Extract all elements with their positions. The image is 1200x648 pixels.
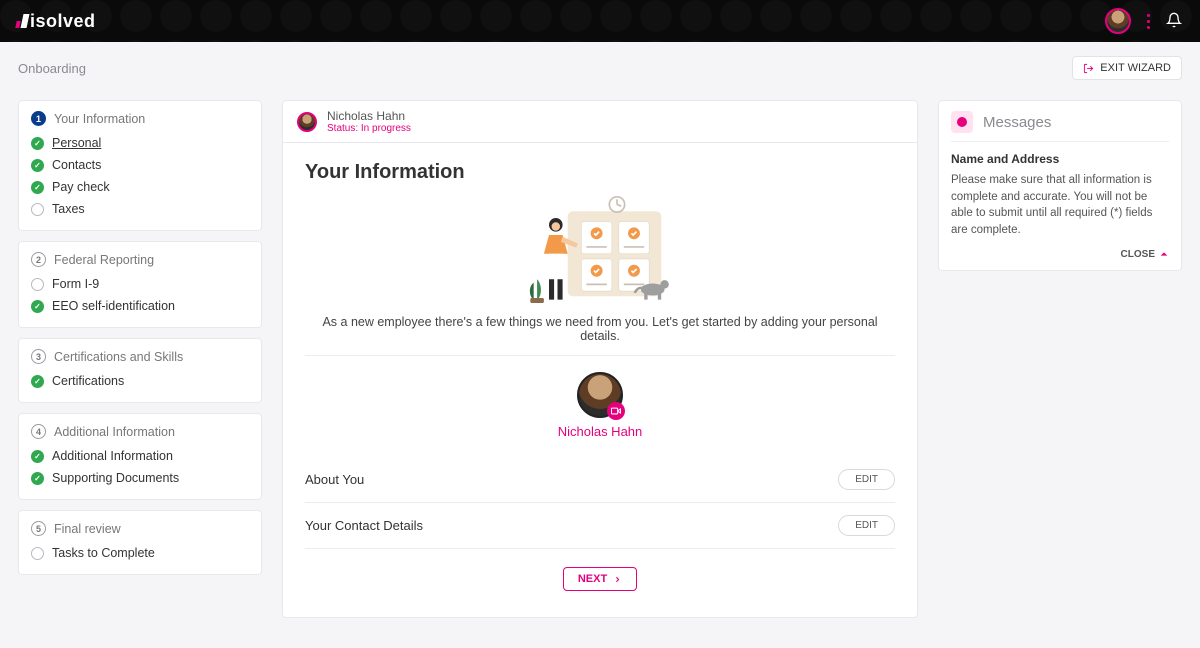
profile-strip-name: Nicholas Hahn — [327, 109, 411, 123]
sidebar-section-federal-reporting: 2 Federal Reporting Form I-9 EEO self-id… — [18, 241, 262, 328]
empty-circle-icon — [31, 278, 44, 291]
sidebar-item-certifications[interactable]: Certifications — [31, 370, 249, 392]
messages-close-label: CLOSE — [1121, 249, 1155, 260]
sidebar-item-label: Tasks to Complete — [52, 546, 155, 560]
mini-avatar — [297, 112, 317, 132]
sidebar-section-additional-info: 4 Additional Information Additional Info… — [18, 413, 262, 500]
empty-circle-icon — [31, 547, 44, 560]
messages-title: Messages — [983, 114, 1051, 131]
topbar: isolved — [0, 0, 1200, 42]
next-label: NEXT — [578, 573, 607, 585]
sidebar-item-label: Pay check — [52, 180, 110, 194]
section-number-badge: 3 — [31, 349, 46, 364]
brand-logo[interactable]: isolved — [18, 11, 96, 32]
messages-close-button[interactable]: CLOSE — [951, 249, 1169, 260]
messages-panel: Messages Name and Address Please make su… — [938, 100, 1182, 271]
section-title: Federal Reporting — [54, 253, 154, 267]
check-icon — [31, 159, 44, 172]
divider — [305, 355, 895, 356]
section-number-badge: 5 — [31, 521, 46, 536]
sidebar-section-your-information: 1 Your Information Personal Contacts Pay… — [18, 100, 262, 231]
hero-illustration — [305, 192, 895, 307]
sidebar-item-label: EEO self-identification — [52, 299, 175, 313]
brand-mark-icon — [18, 14, 28, 28]
topbar-pattern — [0, 0, 1200, 42]
detail-row-contact-details: Your Contact Details EDIT — [305, 503, 895, 549]
check-icon — [31, 450, 44, 463]
sidebar-item-label: Contacts — [52, 158, 101, 172]
check-icon — [31, 137, 44, 150]
detail-row-about-you: About You EDIT — [305, 457, 895, 503]
triangle-up-icon — [1159, 249, 1169, 259]
sidebar-item-form-i9[interactable]: Form I-9 — [31, 273, 249, 295]
messages-icon — [951, 111, 973, 133]
section-title: Your Information — [54, 112, 145, 126]
section-title: Additional Information — [54, 425, 175, 439]
edit-about-you-button[interactable]: EDIT — [838, 469, 895, 490]
camera-icon[interactable] — [607, 402, 625, 420]
sidebar-item-supporting-docs[interactable]: Supporting Documents — [31, 467, 249, 489]
wizard-sidebar: 1 Your Information Personal Contacts Pay… — [18, 100, 262, 575]
sidebar-section-final-review: 5 Final review Tasks to Complete — [18, 510, 262, 575]
exit-icon — [1083, 63, 1094, 74]
profile-strip-status: Status: In progress — [327, 123, 411, 134]
page-title: Your Information — [305, 161, 895, 184]
sidebar-item-eeo[interactable]: EEO self-identification — [31, 295, 249, 317]
profile-name: Nicholas Hahn — [558, 424, 643, 439]
profile-strip: Nicholas Hahn Status: In progress — [282, 100, 918, 142]
sidebar-item-taxes[interactable]: Taxes — [31, 198, 249, 220]
brand-name: isolved — [30, 11, 96, 32]
profile-block: Nicholas Hahn — [305, 372, 895, 439]
sidebar-item-pay-check[interactable]: Pay check — [31, 176, 249, 198]
check-icon — [31, 375, 44, 388]
chevron-right-icon — [613, 575, 622, 584]
exit-wizard-label: EXIT WIZARD — [1100, 62, 1171, 74]
section-title: Final review — [54, 522, 121, 536]
empty-circle-icon — [31, 203, 44, 216]
section-number-badge: 2 — [31, 252, 46, 267]
detail-row-label: About You — [305, 472, 364, 487]
check-icon — [31, 181, 44, 194]
sidebar-item-tasks-to-complete[interactable]: Tasks to Complete — [31, 542, 249, 564]
edit-contact-details-button[interactable]: EDIT — [838, 515, 895, 536]
sidebar-item-label: Additional Information — [52, 449, 173, 463]
sidebar-item-label: Taxes — [52, 202, 85, 216]
kebab-menu-icon[interactable] — [1147, 14, 1150, 29]
main-card: Your Information — [282, 142, 918, 618]
next-button[interactable]: NEXT — [563, 567, 637, 591]
sidebar-item-personal[interactable]: Personal — [31, 132, 249, 154]
profile-avatar[interactable] — [577, 372, 623, 418]
breadcrumb: Onboarding — [18, 61, 86, 76]
bell-icon[interactable] — [1166, 12, 1182, 31]
exit-wizard-button[interactable]: EXIT WIZARD — [1072, 56, 1182, 80]
sidebar-item-label: Supporting Documents — [52, 471, 179, 485]
sidebar-item-label: Certifications — [52, 374, 124, 388]
messages-subject: Name and Address — [951, 152, 1169, 166]
sidebar-item-additional-info[interactable]: Additional Information — [31, 445, 249, 467]
messages-body: Please make sure that all information is… — [951, 172, 1169, 239]
check-icon — [31, 472, 44, 485]
sidebar-item-label: Form I-9 — [52, 277, 99, 291]
sidebar-item-contacts[interactable]: Contacts — [31, 154, 249, 176]
sidebar-item-label: Personal — [52, 136, 101, 150]
section-number-badge: 4 — [31, 424, 46, 439]
intro-text: As a new employee there's a few things w… — [305, 315, 895, 343]
section-title: Certifications and Skills — [54, 350, 183, 364]
check-icon — [31, 300, 44, 313]
sidebar-section-certifications: 3 Certifications and Skills Certificatio… — [18, 338, 262, 403]
avatar[interactable] — [1105, 8, 1131, 34]
section-number-badge: 1 — [31, 111, 46, 126]
detail-row-label: Your Contact Details — [305, 518, 423, 533]
